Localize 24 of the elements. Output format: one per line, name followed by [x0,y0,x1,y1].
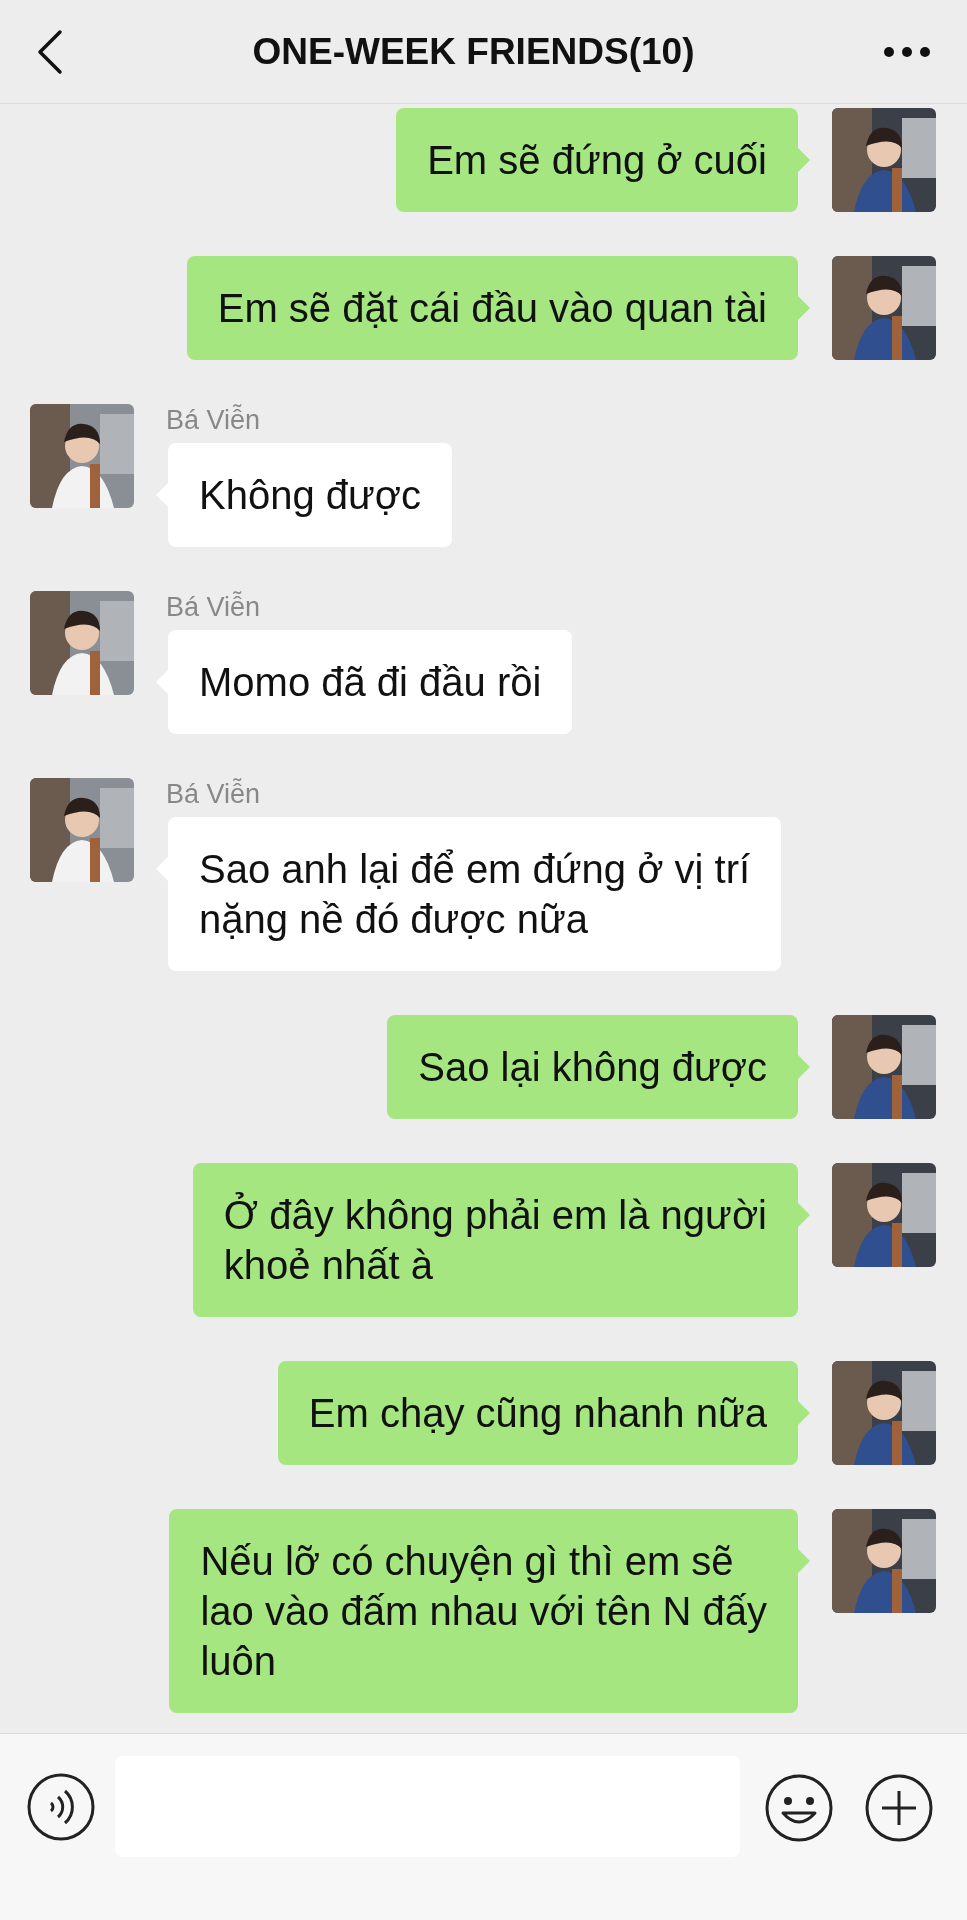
chat-title: ONE-WEEK FRIENDS(10) [252,29,695,74]
sender-name: Bá Viễn [166,778,262,810]
message-bubble: Em sẽ đứng ở cuối [396,108,798,212]
message-bubble: Ở đây không phải em là người khoẻ nhất à [192,1163,798,1317]
bubble-tail [798,148,810,172]
message-bubble: Sao anh lại để em đứng ở vị trí nặng nề đó được nữa [168,817,782,971]
message-bubble: Em chạy cũng nhanh nữa [277,1361,798,1465]
more-icon[interactable] [883,45,931,58]
sender-name: Bá Viễn [166,591,262,623]
emoji-icon[interactable] [764,1773,834,1843]
add-icon[interactable] [864,1773,934,1843]
bubble-tail [798,1203,810,1227]
bubble-tail [798,1401,810,1425]
back-icon[interactable] [36,28,64,75]
bubble-tail [798,1549,810,1573]
message-bubble: Nếu lỡ có chuyện gì thì em sẽ lao vào đấm nhau với tên N đấy luôn [169,1509,798,1713]
bubble-tail [798,296,810,320]
bubble-tail [798,1055,810,1079]
message-bubble: Không được [168,443,453,547]
message-bubble: Sao lại không được [387,1015,798,1119]
message-bubble: Momo đã đi đầu rồi [168,630,573,734]
message-bubble: Em sẽ đặt cái đầu vào quan tài [186,256,798,360]
sender-name: Bá Viễn [166,404,262,436]
voice-icon[interactable] [27,1773,95,1841]
